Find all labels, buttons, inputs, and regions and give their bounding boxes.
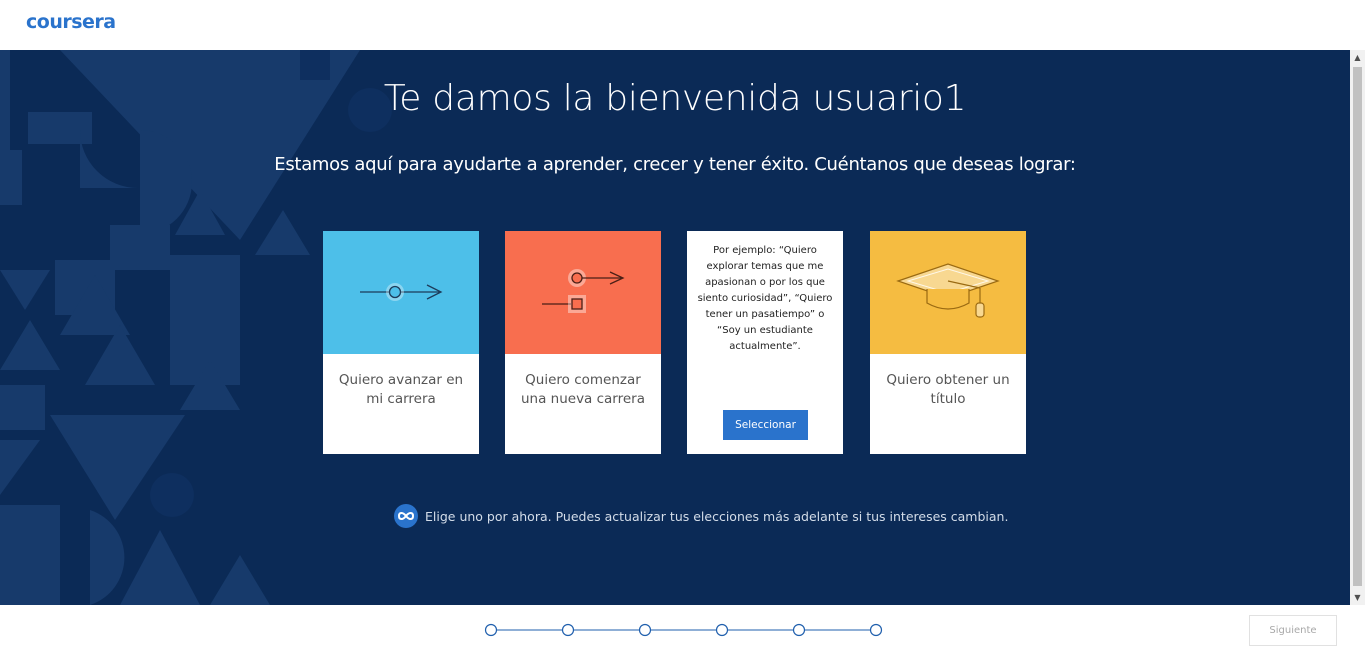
goal-card-explore-interests[interactable]: Por ejemplo: “Quiero explorar temas que … [687,231,843,454]
goal-card-degree[interactable]: Quiero obtener un título [870,231,1026,454]
progress-step-dot [484,623,498,637]
welcome-subtitle: Estamos aquí para ayudarte a aprender, c… [274,154,1076,175]
goal-card-new-career[interactable]: Quiero comenzar una nueva carrera [505,231,661,454]
progress-step-dot [869,623,883,637]
scroll-down-arrow-icon[interactable]: ▼ [1350,590,1365,605]
next-button[interactable]: Siguiente [1249,615,1337,646]
footer-bar: Siguiente [0,605,1365,656]
scroll-up-arrow-icon[interactable]: ▲ [1350,50,1365,65]
main-panel: Te damos la bienvenida usuario1 Estamos … [0,50,1350,605]
goal-card-label: Quiero avanzar en mi carrera [338,372,464,407]
coursera-logo[interactable]: coursera [26,11,116,33]
infinity-icon [394,504,418,528]
goal-card-illustration [870,231,1026,354]
goal-card-illustration [323,231,479,354]
progress-step-dot [715,623,729,637]
progress-step-dot [792,623,806,637]
select-button[interactable]: Seleccionar [723,410,808,440]
goal-card-label: Quiero obtener un título [886,372,1010,407]
career-change-icon [542,269,625,313]
welcome-title: Te damos la bienvenida usuario1 [383,78,967,119]
goal-card-description: Por ejemplo: “Quiero explorar temas que … [697,245,833,352]
top-header: coursera [0,0,1365,50]
selection-hint: Elige uno por ahora. Puedes actualizar t… [425,509,1009,524]
goal-card-illustration [505,231,661,354]
goal-card-label: Quiero comenzar una nueva carrera [520,372,646,407]
progress-step-dot [561,623,575,637]
progress-step-dot [638,623,652,637]
graduation-cap-icon [896,263,1000,318]
vertical-scrollbar[interactable]: ▲ ▼ [1350,50,1365,605]
career-advance-icon [360,283,443,301]
progress-stepper [484,623,883,637]
goal-card-advance-career[interactable]: Quiero avanzar en mi carrera [323,231,479,454]
scroll-thumb[interactable] [1353,67,1362,586]
